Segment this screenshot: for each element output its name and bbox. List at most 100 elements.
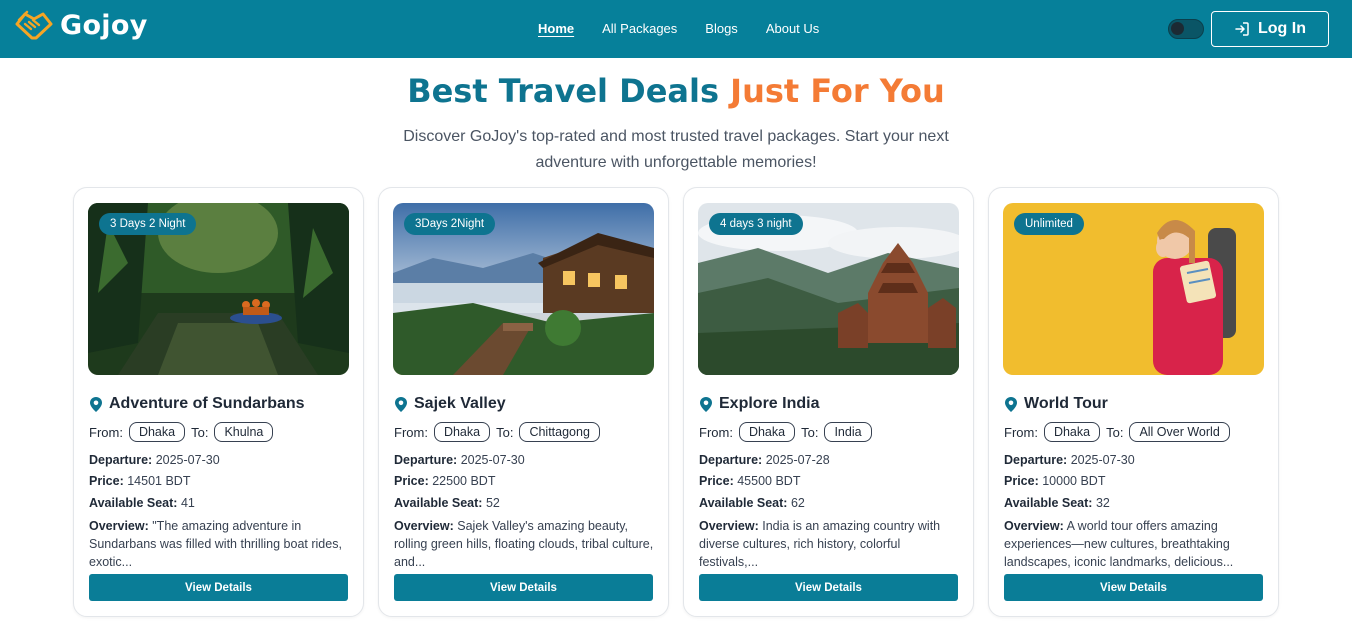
price-row: Price: 10000 BDT: [1004, 474, 1105, 488]
location-pin-icon: [395, 396, 407, 412]
package-title: Explore India: [699, 395, 819, 413]
package-card: 3 Days 2 Night Adventure of Sundarbans F…: [73, 187, 364, 617]
seats-label: Available Seat:: [699, 496, 788, 510]
to-chip: India: [824, 422, 872, 442]
price-row: Price: 45500 BDT: [699, 474, 800, 488]
overview-label: Overview:: [89, 519, 149, 533]
brand-name: Gojoy: [60, 9, 148, 41]
price-value: 22500 BDT: [432, 474, 496, 488]
seats-value: 32: [1095, 496, 1110, 510]
price-value: 45500 BDT: [737, 474, 801, 488]
package-title: Adventure of Sundarbans: [89, 395, 305, 413]
price-label: Price:: [89, 474, 124, 488]
departure-row: Departure: 2025-07-28: [699, 453, 830, 467]
package-title: Sajek Valley: [394, 395, 506, 413]
departure-label: Departure:: [89, 453, 153, 467]
hero-title-main: Best Travel Deals: [407, 72, 720, 110]
departure-value: 2025-07-30: [155, 453, 220, 467]
location-pin-icon: [90, 396, 102, 412]
package-name: World Tour: [1024, 395, 1108, 412]
package-image-world-tour[interactable]: Unlimited: [1003, 203, 1264, 375]
to-label: To:: [496, 424, 514, 440]
view-details-button[interactable]: View Details: [394, 574, 653, 601]
nav-home[interactable]: Home: [538, 21, 574, 36]
toggle-knob: [1171, 22, 1184, 35]
login-icon: [1235, 22, 1249, 36]
price-label: Price:: [699, 474, 734, 488]
package-image-india[interactable]: 4 days 3 night: [698, 203, 959, 375]
route-row: From: Dhaka To: India: [699, 422, 872, 442]
nav-about-us[interactable]: About Us: [766, 21, 819, 36]
package-card: 4 days 3 night Explore India From: Dhaka…: [683, 187, 974, 617]
login-label: Log In: [1258, 20, 1306, 37]
price-value: 10000 BDT: [1042, 474, 1106, 488]
seats-value: 62: [790, 496, 805, 510]
price-label: Price:: [394, 474, 429, 488]
package-title: World Tour: [1004, 395, 1108, 413]
price-row: Price: 22500 BDT: [394, 474, 495, 488]
package-image-sundarbans[interactable]: 3 Days 2 Night: [88, 203, 349, 375]
seats-row: Available Seat: 41: [89, 496, 195, 510]
package-name: Explore India: [719, 395, 820, 412]
to-label: To:: [801, 424, 819, 440]
package-name: Sajek Valley: [414, 395, 506, 412]
handshake-logo-icon: [15, 10, 53, 40]
overview-text: Overview: India is an amazing country wi…: [699, 517, 961, 571]
package-card: 3Days 2Night Sajek Valley From: Dhaka To…: [378, 187, 669, 617]
seats-label: Available Seat:: [89, 496, 178, 510]
overview-label: Overview:: [394, 519, 454, 533]
to-label: To:: [1106, 424, 1124, 440]
package-image-sajek[interactable]: 3Days 2Night: [393, 203, 654, 375]
view-details-button[interactable]: View Details: [89, 574, 348, 601]
login-button[interactable]: Log In: [1211, 11, 1329, 47]
package-card: Unlimited World Tour From: Dhaka To: All…: [988, 187, 1279, 617]
departure-value: 2025-07-30: [460, 453, 525, 467]
overview-text: Overview: "The amazing adventure in Sund…: [89, 517, 351, 571]
location-pin-icon: [700, 396, 712, 412]
location-pin-icon: [1005, 396, 1017, 412]
from-label: From:: [89, 424, 123, 440]
seats-label: Available Seat:: [394, 496, 483, 510]
departure-label: Departure:: [394, 453, 458, 467]
duration-badge: 3Days 2Night: [404, 213, 496, 235]
price-row: Price: 14501 BDT: [89, 474, 190, 488]
from-label: From:: [699, 424, 733, 440]
price-value: 14501 BDT: [127, 474, 191, 488]
overview-label: Overview:: [1004, 519, 1064, 533]
view-details-button[interactable]: View Details: [699, 574, 958, 601]
nav-blogs[interactable]: Blogs: [705, 21, 738, 36]
price-label: Price:: [1004, 474, 1039, 488]
to-chip: Khulna: [214, 422, 274, 442]
departure-row: Departure: 2025-07-30: [1004, 453, 1135, 467]
theme-toggle[interactable]: [1168, 19, 1204, 39]
to-chip: Chittagong: [519, 422, 600, 442]
to-label: To:: [191, 424, 209, 440]
seats-value: 41: [180, 496, 195, 510]
nav-all-packages[interactable]: All Packages: [602, 21, 677, 36]
overview-text: Overview: A world tour offers amazing ex…: [1004, 517, 1266, 571]
route-row: From: Dhaka To: Khulna: [89, 422, 274, 442]
from-label: From:: [1004, 424, 1038, 440]
from-label: From:: [394, 424, 428, 440]
hero-title: Best Travel Deals Just For You: [0, 72, 1352, 110]
seats-label: Available Seat:: [1004, 496, 1093, 510]
hero-subtitle: Discover GoJoy's top-rated and most trus…: [403, 128, 949, 171]
view-details-button[interactable]: View Details: [1004, 574, 1263, 601]
to-chip: All Over World: [1129, 422, 1230, 442]
departure-value: 2025-07-30: [1070, 453, 1135, 467]
duration-badge: Unlimited: [1014, 213, 1084, 235]
seats-row: Available Seat: 52: [394, 496, 500, 510]
brand-logo[interactable]: Gojoy: [14, 8, 148, 42]
duration-badge: 4 days 3 night: [709, 213, 803, 235]
departure-label: Departure:: [699, 453, 763, 467]
overview-text: Overview: Sajek Valley's amazing beauty,…: [394, 517, 656, 571]
seats-value: 52: [485, 496, 500, 510]
from-chip: Dhaka: [738, 422, 796, 442]
duration-badge: 3 Days 2 Night: [99, 213, 197, 235]
departure-label: Departure:: [1004, 453, 1068, 467]
seats-row: Available Seat: 62: [699, 496, 805, 510]
from-chip: Dhaka: [128, 422, 186, 442]
from-chip: Dhaka: [1043, 422, 1101, 442]
top-navbar: Gojoy Home All Packages Blogs About Us L…: [0, 0, 1352, 58]
package-name: Adventure of Sundarbans: [109, 395, 305, 412]
